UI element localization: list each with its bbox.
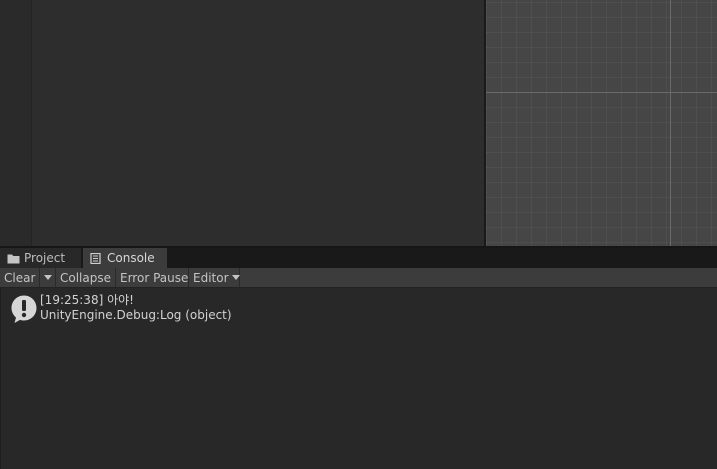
tab-console-label: Console bbox=[107, 251, 155, 265]
log-stack-detail: UnityEngine.Debug:Log (object) bbox=[40, 308, 232, 322]
bottom-tab-strip: Project Console bbox=[0, 248, 717, 268]
info-message-icon bbox=[10, 294, 38, 324]
log-entry[interactable]: [19:25:38] 아야! UnityEngine.Debug:Log (ob… bbox=[1, 290, 717, 326]
editor-dropdown[interactable]: Editor bbox=[189, 268, 240, 287]
scene-view[interactable] bbox=[486, 0, 717, 246]
chevron-down-icon bbox=[231, 275, 240, 280]
error-pause-toggle[interactable]: Error Pause bbox=[116, 268, 189, 287]
tab-project[interactable]: Project bbox=[0, 248, 81, 268]
scene-grid-axis-horizontal bbox=[486, 92, 717, 93]
clear-options-dropdown[interactable] bbox=[40, 268, 56, 287]
console-log-list[interactable]: [19:25:38] 아야! UnityEngine.Debug:Log (ob… bbox=[0, 288, 717, 469]
hierarchy-gutter bbox=[0, 0, 32, 246]
tab-console[interactable]: Console bbox=[83, 248, 167, 268]
clear-button[interactable]: Clear bbox=[0, 268, 40, 287]
clear-button-label: Clear bbox=[4, 270, 36, 285]
collapse-toggle[interactable]: Collapse bbox=[56, 268, 116, 287]
log-message: [19:25:38] 아야! bbox=[40, 293, 134, 307]
console-icon bbox=[90, 252, 103, 264]
console-toolbar: Clear Collapse Error Pause Editor bbox=[0, 268, 717, 288]
collapse-toggle-label: Collapse bbox=[60, 270, 111, 285]
editor-dropdown-label: Editor bbox=[193, 270, 229, 285]
unity-editor-window: Project Console Clear Collapse Error Pau… bbox=[0, 0, 717, 469]
chevron-down-icon bbox=[43, 275, 52, 280]
scene-grid-axis-vertical bbox=[670, 0, 671, 246]
folder-icon bbox=[7, 253, 20, 264]
tab-project-label: Project bbox=[24, 251, 66, 265]
error-pause-toggle-label: Error Pause bbox=[120, 270, 189, 285]
hierarchy-panel[interactable] bbox=[32, 0, 484, 246]
